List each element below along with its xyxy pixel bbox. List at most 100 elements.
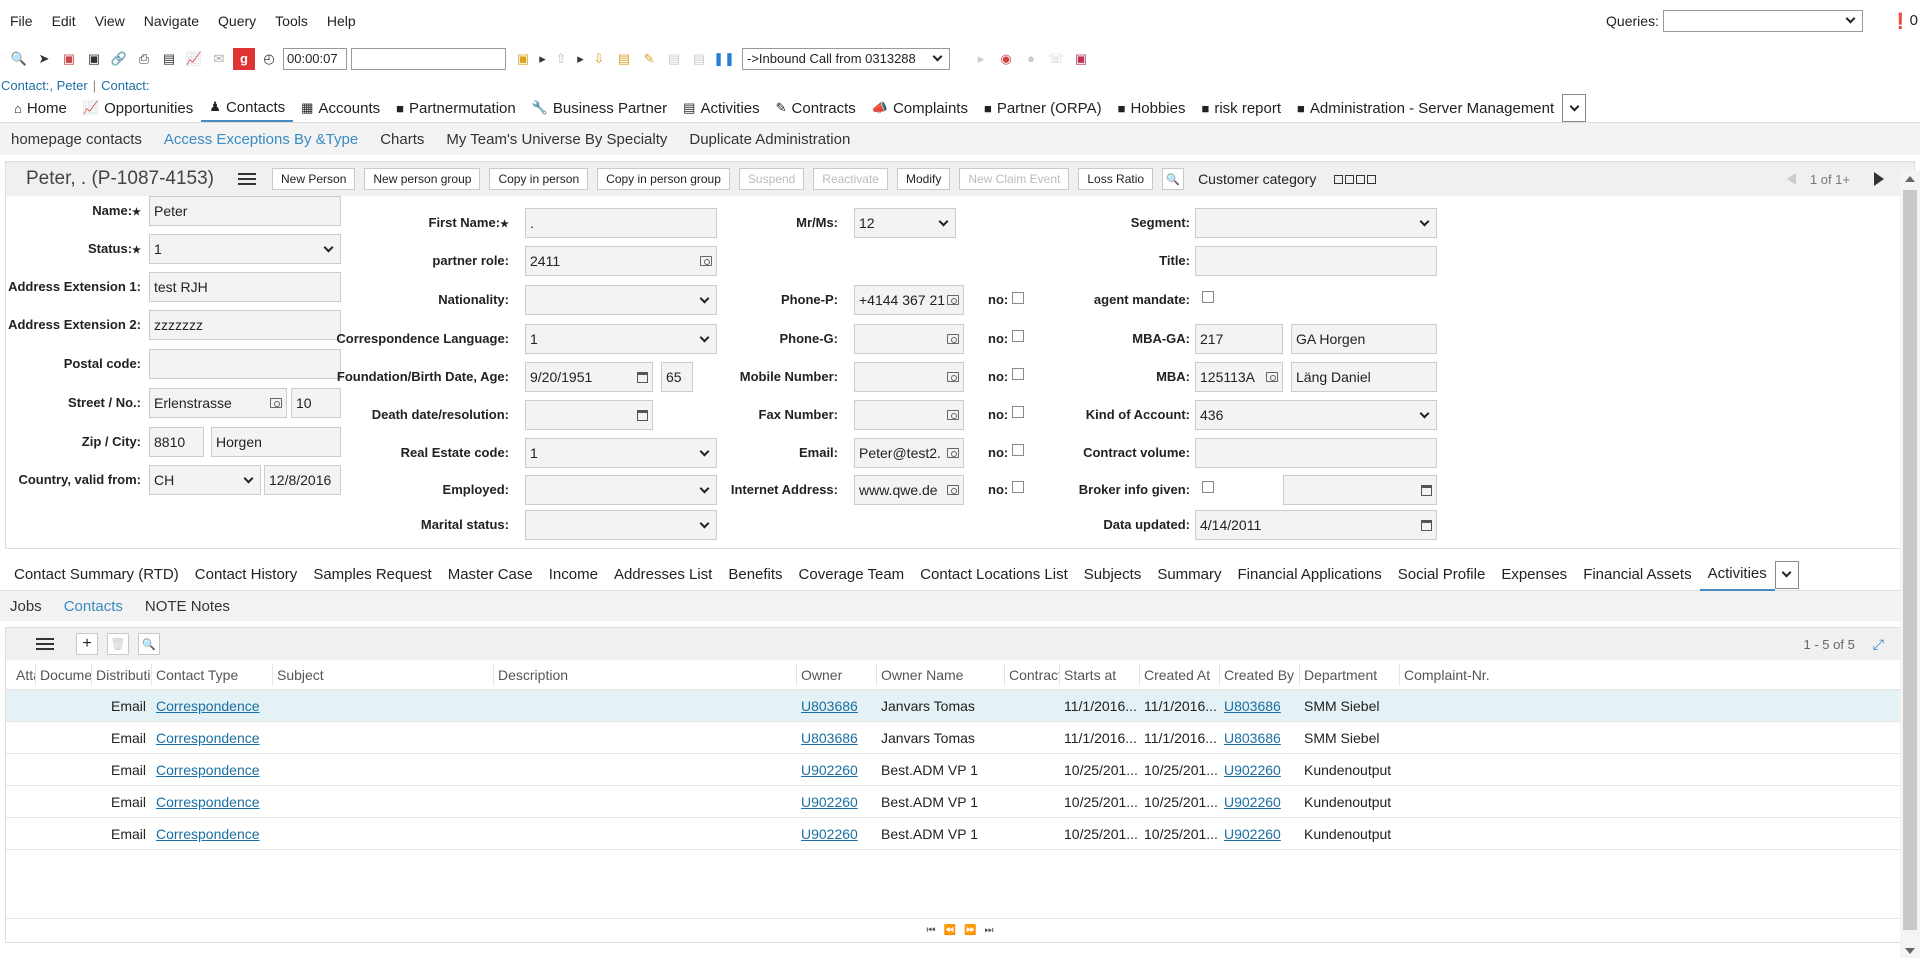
- nav-complaints[interactable]: 📣 Complaints: [864, 94, 976, 122]
- tab-samples-request[interactable]: Samples Request: [305, 559, 439, 591]
- menu-icon[interactable]: [238, 173, 256, 185]
- chat-icon[interactable]: ✉: [208, 48, 230, 70]
- export-icon[interactable]: ▤: [158, 48, 180, 70]
- partner-role-field[interactable]: 2411: [525, 246, 717, 276]
- nav-accounts[interactable]: ▦ Accounts: [293, 94, 388, 122]
- city-field[interactable]: Horgen: [211, 427, 341, 457]
- cell-contact-type[interactable]: Correspondence: [152, 730, 797, 746]
- scroll-thumb[interactable]: [1903, 190, 1917, 930]
- google-icon[interactable]: g: [233, 47, 255, 70]
- col-attachment[interactable]: Atta: [6, 663, 36, 686]
- col-distribution[interactable]: Distributi: [92, 663, 152, 686]
- col-contact-type[interactable]: Contact Type: [152, 663, 273, 686]
- menu-navigate[interactable]: Navigate: [144, 13, 199, 29]
- status-select[interactable]: 1: [149, 234, 341, 264]
- real-estate-select[interactable]: 1: [525, 438, 717, 468]
- new-record-icon[interactable]: ▣: [58, 48, 80, 70]
- name-field[interactable]: Peter: [149, 196, 341, 226]
- tab-master-case[interactable]: Master Case: [440, 559, 541, 591]
- kind-account-select[interactable]: 436: [1195, 400, 1437, 430]
- new-person-button[interactable]: New Person: [272, 168, 356, 190]
- col-owner[interactable]: Owner: [797, 663, 877, 686]
- menu-help[interactable]: Help: [327, 13, 356, 29]
- category-box[interactable]: [1356, 174, 1366, 184]
- mobile-field[interactable]: [854, 362, 964, 392]
- menu-file[interactable]: File: [10, 13, 33, 29]
- col-subject[interactable]: Subject: [273, 663, 494, 686]
- search-icon[interactable]: 🔍: [1162, 168, 1185, 190]
- col-created-at[interactable]: Created At: [1140, 663, 1220, 686]
- nav-business-partner[interactable]: 🔧 Business Partner: [524, 94, 675, 122]
- tab-contact-locations[interactable]: Contact Locations List: [912, 559, 1076, 591]
- table-row[interactable]: Email Correspondence U902260 Best.ADM VP…: [6, 786, 1914, 818]
- fax-no-checkbox[interactable]: [1012, 406, 1024, 418]
- col-contract[interactable]: Contract: [1005, 663, 1060, 686]
- suspend-button[interactable]: Suspend: [738, 168, 805, 190]
- segment-select[interactable]: [1195, 208, 1437, 238]
- new-claim-event-button[interactable]: New Claim Event: [959, 168, 1070, 190]
- copy-in-person-group-button[interactable]: Copy in person group: [597, 168, 730, 190]
- copy-in-person-button[interactable]: Copy in person: [489, 168, 589, 190]
- tab-income[interactable]: Income: [541, 559, 606, 591]
- upload-icon[interactable]: ⇧: [550, 48, 572, 70]
- cell-owner[interactable]: U803686: [797, 730, 877, 746]
- subtab-jobs[interactable]: Jobs: [10, 598, 42, 615]
- col-created-by[interactable]: Created By: [1220, 663, 1300, 686]
- category-box[interactable]: [1334, 174, 1344, 184]
- mba-field[interactable]: 125113A: [1195, 362, 1283, 392]
- country-select[interactable]: CH: [149, 465, 261, 495]
- arrow-right-icon[interactable]: ▸: [575, 48, 586, 70]
- menu-query[interactable]: Query: [218, 13, 256, 29]
- col-description[interactable]: Description: [494, 663, 797, 686]
- col-complaint-nr[interactable]: Complaint-Nr.: [1400, 664, 1550, 686]
- col-starts-at[interactable]: Starts at: [1060, 663, 1140, 686]
- nav-partnermutation[interactable]: ■ Partnermutation: [388, 94, 524, 122]
- broker-info-checkbox[interactable]: [1202, 481, 1214, 493]
- phone-p-field[interactable]: +4144 367 21: [854, 285, 964, 315]
- cell-created-by[interactable]: U902260: [1220, 794, 1300, 810]
- clock-icon[interactable]: ◴: [258, 48, 280, 70]
- col-document[interactable]: Docume: [36, 663, 92, 686]
- go-icon[interactable]: ➤: [33, 48, 55, 70]
- cell-owner[interactable]: U902260: [797, 794, 877, 810]
- subnav-charts[interactable]: Charts: [380, 131, 424, 148]
- expand-icon[interactable]: ⤢: [1873, 636, 1884, 653]
- cell-created-by[interactable]: U803686: [1220, 698, 1300, 714]
- tab-contact-summary[interactable]: Contact Summary (RTD): [6, 559, 187, 591]
- cell-created-by[interactable]: U803686: [1220, 730, 1300, 746]
- internet-field[interactable]: www.qwe.de: [854, 475, 964, 505]
- nav-opportunities[interactable]: 📈 Opportunities: [75, 94, 201, 122]
- cell-contact-type[interactable]: Correspondence: [152, 762, 797, 778]
- phone-p-no-checkbox[interactable]: [1012, 292, 1024, 304]
- modify-button[interactable]: Modify: [896, 168, 951, 190]
- add-icon[interactable]: +: [76, 633, 98, 655]
- street-no-field[interactable]: 10: [291, 388, 341, 418]
- tabs-more-button[interactable]: [1774, 560, 1799, 589]
- corr-lang-select[interactable]: 1: [525, 324, 717, 354]
- category-box[interactable]: [1345, 174, 1355, 184]
- search-icon[interactable]: 🔍: [8, 48, 30, 70]
- menu-tools[interactable]: Tools: [275, 13, 308, 29]
- cell-owner[interactable]: U803686: [797, 698, 877, 714]
- subnav-team-universe[interactable]: My Team's Universe By Specialty: [446, 131, 667, 148]
- cell-owner[interactable]: U902260: [797, 826, 877, 842]
- nav-risk-report[interactable]: ■ risk report: [1193, 94, 1289, 122]
- postal-code-field[interactable]: [149, 349, 341, 379]
- nav-home[interactable]: ⌂ Home: [6, 94, 75, 122]
- next-record-icon[interactable]: [1874, 172, 1884, 186]
- first-page-icon[interactable]: ⏮: [927, 925, 936, 936]
- print-icon[interactable]: ⎙: [133, 48, 155, 70]
- cell-contact-type[interactable]: Correspondence: [152, 794, 797, 810]
- new-person-group-button[interactable]: New person group: [364, 168, 481, 190]
- title-field[interactable]: [1195, 246, 1437, 276]
- loss-ratio-button[interactable]: Loss Ratio: [1078, 168, 1154, 190]
- breadcrumb-contact-peter[interactable]: Contact:, Peter: [1, 78, 88, 93]
- mobile-no-checkbox[interactable]: [1012, 368, 1024, 380]
- table-row[interactable]: Email Correspondence U803686 Janvars Tom…: [6, 722, 1914, 754]
- menu-icon[interactable]: [36, 638, 54, 650]
- notification-icon[interactable]: ❗: [1891, 12, 1910, 30]
- subnav-duplicate-admin[interactable]: Duplicate Administration: [689, 131, 850, 148]
- tab-summary[interactable]: Summary: [1149, 559, 1229, 591]
- scroll-down-icon[interactable]: [1905, 948, 1915, 954]
- fax-field[interactable]: [854, 400, 964, 430]
